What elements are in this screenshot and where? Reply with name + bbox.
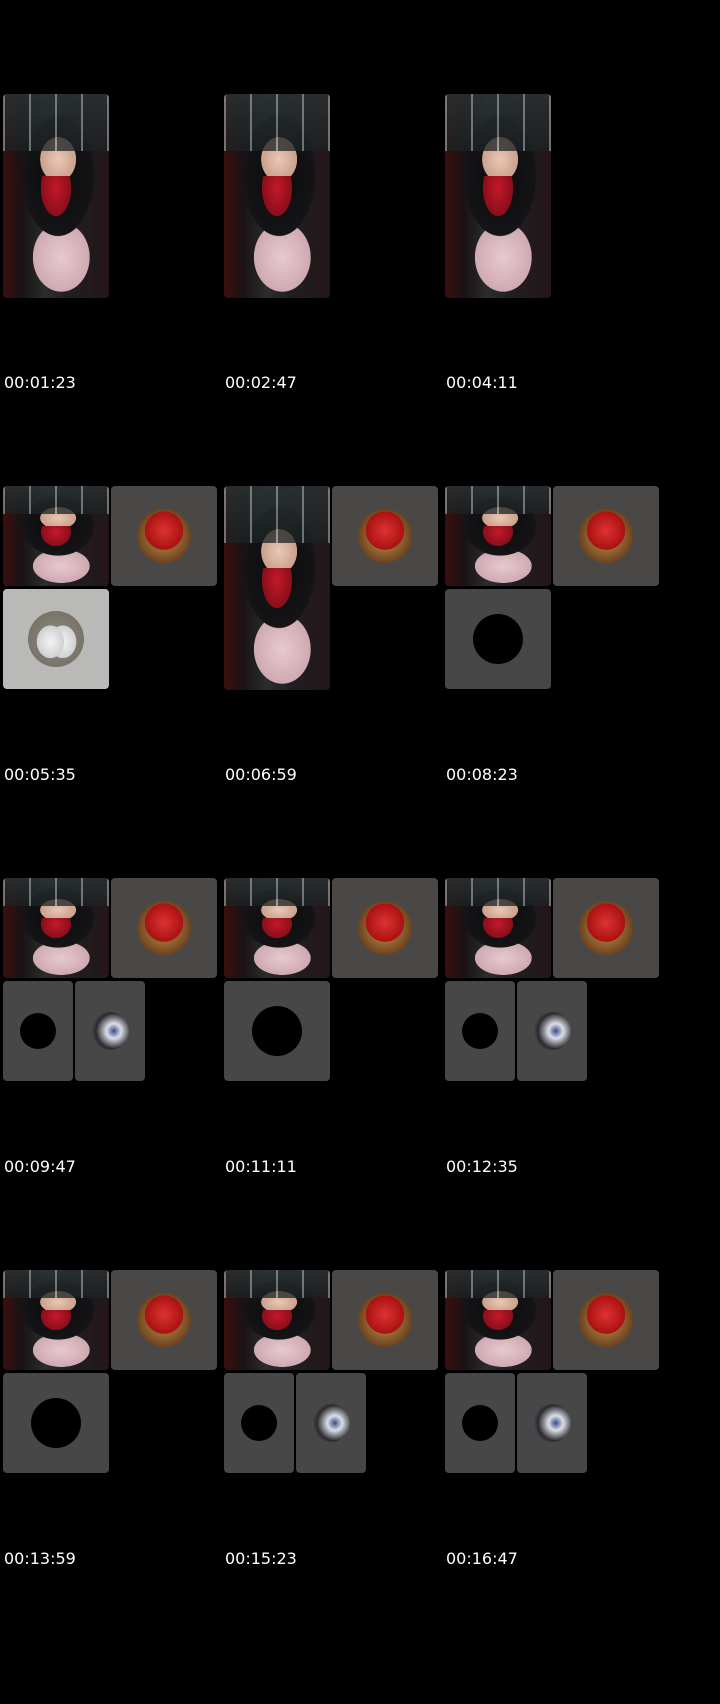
avatar-icon: [579, 901, 633, 955]
frame-timestamp: 00:04:11: [446, 373, 518, 392]
guest-tile: [75, 981, 145, 1081]
avatar-icon: [358, 901, 412, 955]
video-tile-host: [3, 486, 109, 586]
guest-tile: [296, 1373, 366, 1473]
video-tile-host: [224, 878, 330, 978]
video-tile-host: [3, 878, 109, 978]
avatar-icon: [241, 1405, 277, 1441]
frame-timestamp: 00:13:59: [4, 1549, 76, 1568]
avatar-icon: [462, 1405, 498, 1441]
frame-timestamp: 00:01:23: [4, 373, 76, 392]
guest-tile: [517, 981, 587, 1081]
thumbnail-frame-10[interactable]: 00:13:59: [0, 1176, 240, 1602]
video-tile-host: [445, 1270, 551, 1370]
guest-tile: [111, 1270, 217, 1370]
avatar-icon: [252, 1006, 302, 1056]
guest-tile: [111, 486, 217, 586]
frame-timestamp: 00:08:23: [446, 765, 518, 784]
thumbnail-frame-1[interactable]: 00:01:23: [0, 0, 240, 426]
avatar-icon: [31, 1398, 81, 1448]
video-tile-host: [224, 1270, 330, 1370]
frame-timestamp: 00:15:23: [225, 1549, 297, 1568]
thumbnail-frame-8[interactable]: 00:11:11: [221, 784, 461, 1210]
avatar-icon: [533, 1404, 571, 1442]
frame-timestamp: 00:11:11: [225, 1157, 297, 1176]
avatar-icon: [533, 1012, 571, 1050]
frame-timestamp: 00:12:35: [446, 1157, 518, 1176]
video-tile-host: [445, 878, 551, 978]
avatar-icon: [20, 1013, 56, 1049]
thumbnail-frame-7[interactable]: 00:09:47: [0, 784, 240, 1210]
thumbnail-frame-4[interactable]: 00:05:35: [0, 392, 240, 818]
frame-timestamp: 00:09:47: [4, 1157, 76, 1176]
avatar-icon: [579, 1293, 633, 1347]
video-tile-host: [445, 94, 551, 298]
video-tile-host: [3, 94, 109, 298]
thumbnail-sheet: { "timestamps": [ "00:01:23", "00:02:47"…: [0, 0, 720, 1704]
avatar-icon: [358, 509, 412, 563]
video-tile-host: [3, 1270, 109, 1370]
frame-timestamp: 00:06:59: [225, 765, 297, 784]
thumbnail-frame-9[interactable]: 00:12:35: [442, 784, 682, 1210]
video-tile-host: [224, 486, 330, 690]
thumbnail-frame-3[interactable]: 00:04:11: [442, 0, 682, 426]
avatar-icon: [473, 614, 523, 664]
video-tile-host: [224, 94, 330, 298]
avatar-icon: [358, 1293, 412, 1347]
thumbnail-frame-2[interactable]: 00:02:47: [221, 0, 461, 426]
guest-tile: [445, 981, 515, 1081]
video-tile-host: [445, 486, 551, 586]
guest-tile: [332, 486, 438, 586]
thumbnail-frame-6[interactable]: 00:08:23: [442, 392, 682, 818]
avatar-icon: [462, 1013, 498, 1049]
avatar-icon: [28, 611, 84, 667]
frame-timestamp: 00:02:47: [225, 373, 297, 392]
guest-tile: [224, 1373, 294, 1473]
guest-tile: [445, 589, 551, 689]
avatar-icon: [91, 1012, 129, 1050]
avatar-icon: [137, 509, 191, 563]
thumbnail-frame-5[interactable]: 00:06:59: [221, 392, 461, 818]
avatar-icon: [137, 901, 191, 955]
guest-tile: [553, 878, 659, 978]
frame-timestamp: 00:16:47: [446, 1549, 518, 1568]
guest-tile: [3, 981, 73, 1081]
guest-tile: [3, 589, 109, 689]
guest-tile: [224, 981, 330, 1081]
guest-tile: [553, 486, 659, 586]
avatar-icon: [312, 1404, 350, 1442]
avatar-icon: [579, 509, 633, 563]
thumbnail-frame-12[interactable]: 00:16:47: [442, 1176, 682, 1602]
thumbnail-frame-11[interactable]: 00:15:23: [221, 1176, 461, 1602]
guest-tile: [553, 1270, 659, 1370]
guest-tile: [332, 878, 438, 978]
guest-tile: [517, 1373, 587, 1473]
guest-tile: [3, 1373, 109, 1473]
guest-tile: [111, 878, 217, 978]
avatar-icon: [137, 1293, 191, 1347]
guest-tile: [332, 1270, 438, 1370]
frame-timestamp: 00:05:35: [4, 765, 76, 784]
guest-tile: [445, 1373, 515, 1473]
